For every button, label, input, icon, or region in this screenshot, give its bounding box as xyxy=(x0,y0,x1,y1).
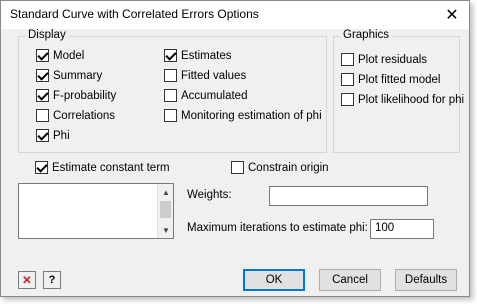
display-fprob-box[interactable] xyxy=(36,89,49,102)
scroll-down-icon[interactable]: ▼ xyxy=(158,222,174,238)
graphics-group-title: Graphics xyxy=(340,29,393,41)
scroll-thumb[interactable] xyxy=(160,201,171,218)
clear-icon[interactable]: ✕ xyxy=(18,271,36,289)
display-fprob-checkbox[interactable]: F-probability xyxy=(36,89,116,102)
estimate-constant-label: Estimate constant term xyxy=(52,161,170,174)
display-monitoring-label: Monitoring estimation of phi xyxy=(181,109,322,122)
display-summary-checkbox[interactable]: Summary xyxy=(36,69,102,82)
display-correlations-checkbox[interactable]: Correlations xyxy=(36,109,115,122)
display-fitted-checkbox[interactable]: Fitted values xyxy=(164,69,246,82)
max-iterations-input[interactable]: 100 xyxy=(370,219,434,239)
display-estimates-checkbox[interactable]: Estimates xyxy=(164,49,232,62)
graphics-fitted-model-box[interactable] xyxy=(341,73,354,86)
constrain-origin-box[interactable] xyxy=(231,161,244,174)
ok-button[interactable]: OK xyxy=(243,269,305,291)
display-summary-box[interactable] xyxy=(36,69,49,82)
display-fitted-label: Fitted values xyxy=(181,69,247,82)
display-phi-label: Phi xyxy=(53,129,70,142)
window-title: Standard Curve with Correlated Errors Op… xyxy=(10,7,259,21)
listbox-scrollbar[interactable]: ▲ ▼ xyxy=(157,184,173,238)
terms-listbox[interactable]: ▲ ▼ xyxy=(18,183,174,239)
constrain-origin-checkbox[interactable]: Constrain origin xyxy=(231,161,329,174)
display-summary-label: Summary xyxy=(53,69,103,82)
display-fprob-label: F-probability xyxy=(53,89,117,102)
defaults-button[interactable]: Defaults xyxy=(395,269,457,291)
display-correlations-label: Correlations xyxy=(53,109,115,122)
display-accumulated-box[interactable] xyxy=(164,89,177,102)
display-phi-box[interactable] xyxy=(36,129,49,142)
close-icon[interactable]: ✕ xyxy=(441,4,463,26)
display-estimates-box[interactable] xyxy=(164,49,177,62)
title-bar: Standard Curve with Correlated Errors Op… xyxy=(1,1,469,29)
weights-label: Weights: xyxy=(187,189,232,201)
graphics-fitted-model-checkbox[interactable]: Plot fitted model xyxy=(341,73,440,86)
max-iterations-label: Maximum iterations to estimate phi: xyxy=(187,222,368,234)
display-model-box[interactable] xyxy=(36,49,49,62)
estimate-constant-checkbox[interactable]: Estimate constant term xyxy=(35,161,170,174)
display-accumulated-checkbox[interactable]: Accumulated xyxy=(164,89,247,102)
estimate-constant-box[interactable] xyxy=(35,161,48,174)
display-correlations-box[interactable] xyxy=(36,109,49,122)
graphics-fitted-model-label: Plot fitted model xyxy=(358,73,441,86)
display-model-label: Model xyxy=(53,49,85,62)
help-icon[interactable]: ? xyxy=(43,271,61,289)
display-estimates-label: Estimates xyxy=(181,49,232,62)
weights-input[interactable] xyxy=(269,186,428,206)
graphics-residuals-box[interactable] xyxy=(341,53,354,66)
graphics-residuals-checkbox[interactable]: Plot residuals xyxy=(341,53,427,66)
display-model-checkbox[interactable]: Model xyxy=(36,49,84,62)
scroll-up-icon[interactable]: ▲ xyxy=(158,184,174,200)
constrain-origin-label: Constrain origin xyxy=(248,161,329,174)
cancel-button[interactable]: Cancel xyxy=(319,269,381,291)
graphics-likelihood-checkbox[interactable]: Plot likelihood for phi xyxy=(341,93,464,106)
display-monitoring-checkbox[interactable]: Monitoring estimation of phi xyxy=(164,109,322,122)
graphics-likelihood-label: Plot likelihood for phi xyxy=(358,93,465,106)
display-accumulated-label: Accumulated xyxy=(181,89,248,102)
graphics-residuals-label: Plot residuals xyxy=(358,53,428,66)
graphics-likelihood-box[interactable] xyxy=(341,93,354,106)
options-dialog: Standard Curve with Correlated Errors Op… xyxy=(0,0,470,297)
display-group-title: Display xyxy=(25,29,69,41)
display-phi-checkbox[interactable]: Phi xyxy=(36,129,70,142)
display-monitoring-box[interactable] xyxy=(164,109,177,122)
display-fitted-box[interactable] xyxy=(164,69,177,82)
